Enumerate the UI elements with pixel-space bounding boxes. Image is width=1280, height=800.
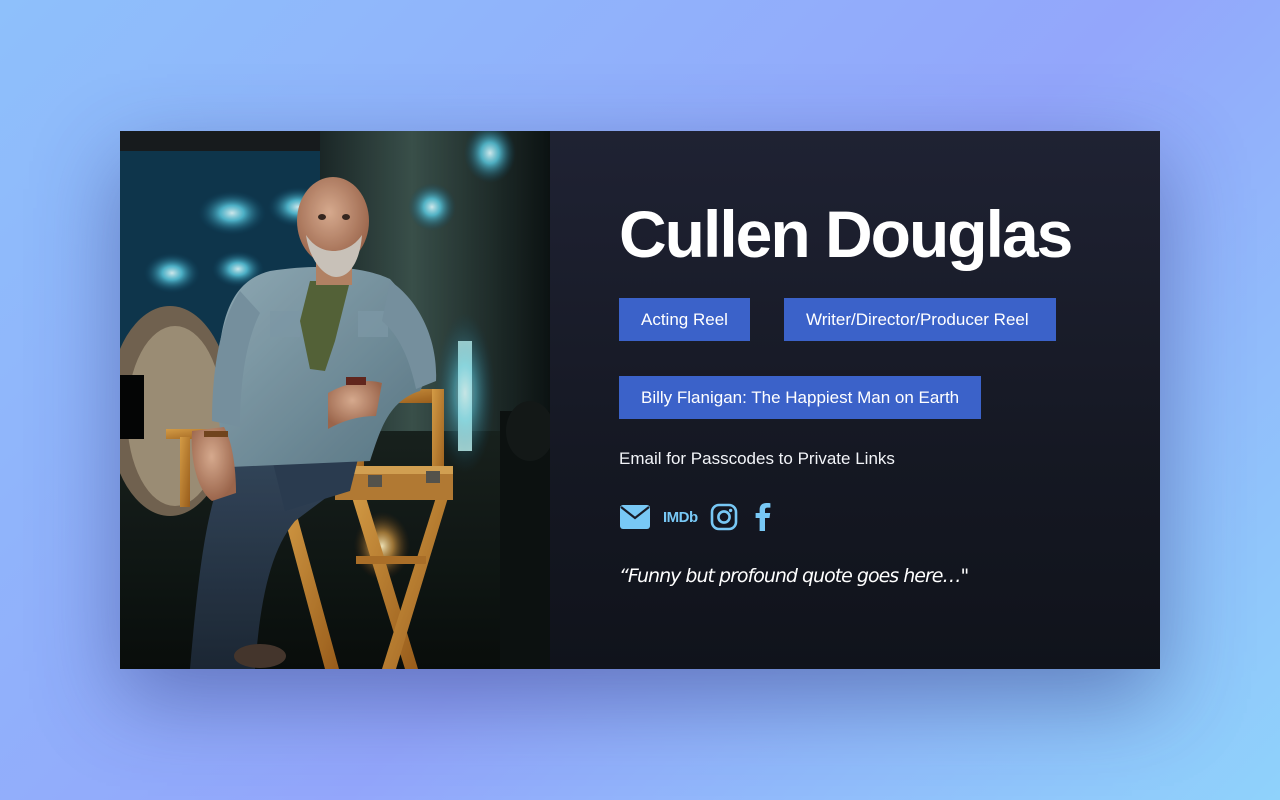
writer-director-producer-reel-button[interactable]: Writer/Director/Producer Reel bbox=[784, 298, 1056, 341]
acting-reel-button[interactable]: Acting Reel bbox=[619, 298, 750, 341]
profile-card: Cullen Douglas Acting Reel Writer/Direct… bbox=[120, 131, 1160, 669]
envelope-icon[interactable] bbox=[619, 504, 651, 530]
content-panel: Cullen Douglas Acting Reel Writer/Direct… bbox=[550, 131, 1160, 669]
page-title: Cullen Douglas bbox=[619, 197, 1073, 271]
quote-text: “Funny but profound quote goes here…" bbox=[619, 565, 969, 587]
imdb-label: IMDb bbox=[663, 508, 698, 526]
social-links: IMDb bbox=[619, 501, 788, 533]
email-note: Email for Passcodes to Private Links bbox=[619, 449, 895, 468]
facebook-icon[interactable] bbox=[750, 502, 776, 532]
imdb-icon[interactable]: IMDb bbox=[663, 509, 698, 526]
instagram-icon[interactable] bbox=[710, 503, 738, 531]
billy-flanigan-button[interactable]: Billy Flanigan: The Happiest Man on Eart… bbox=[619, 376, 981, 419]
photo-illustration bbox=[120, 131, 550, 669]
profile-photo bbox=[120, 131, 550, 669]
